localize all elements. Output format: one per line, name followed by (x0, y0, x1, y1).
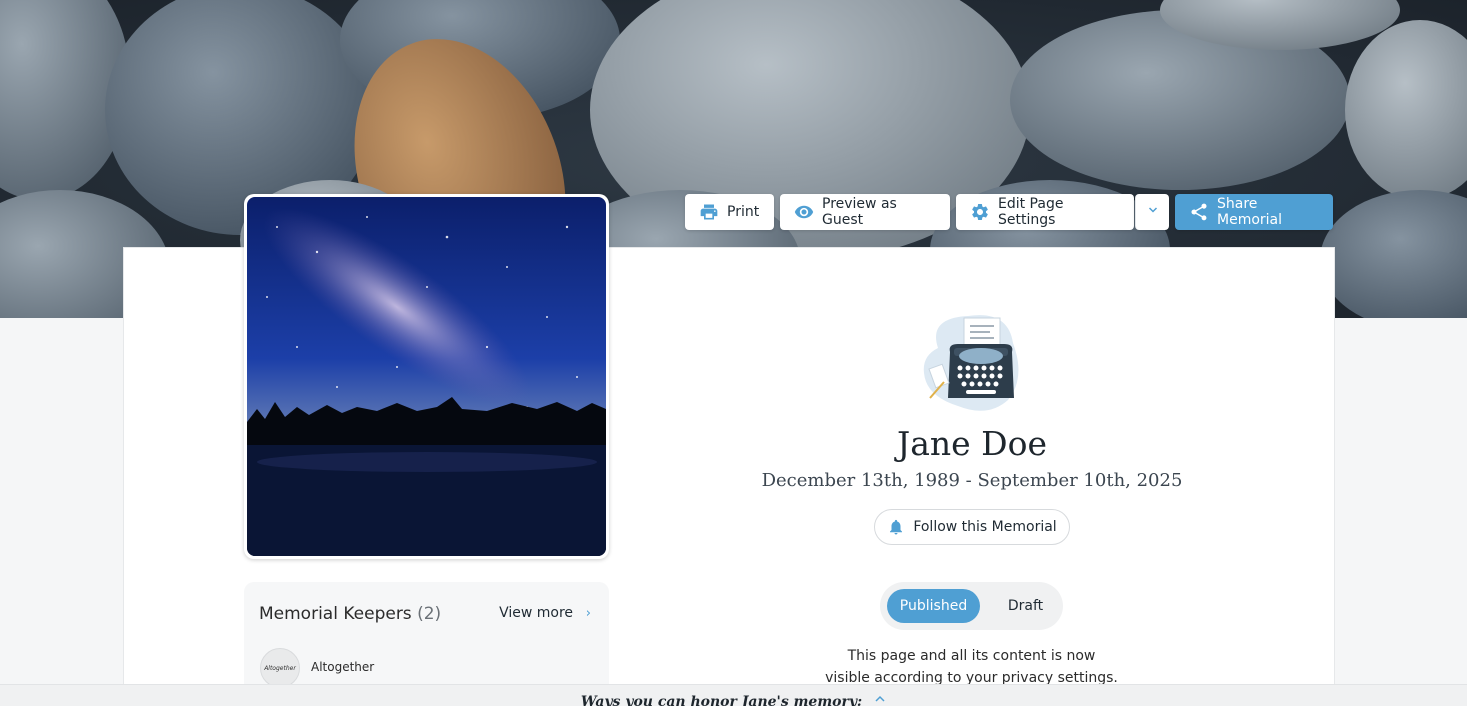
print-label: Print (727, 204, 760, 220)
publish-status-toggle: Published Draft (880, 582, 1063, 630)
gear-icon (970, 202, 990, 222)
eye-icon (794, 202, 814, 222)
view-more-link[interactable]: View more (499, 605, 573, 621)
life-dates: December 13th, 1989 - September 10th, 20… (761, 470, 1183, 491)
honor-memory-bar[interactable]: Ways you can honor Jane's memory: (0, 684, 1467, 706)
privacy-note-line1: This page and all its content is now (847, 648, 1096, 664)
share-memorial-button[interactable]: Share Memorial (1175, 194, 1333, 230)
night-sky-image (247, 197, 606, 556)
keeper-avatar-text: Altogether (264, 664, 296, 672)
share-icon (1189, 202, 1209, 222)
print-button[interactable]: Print (685, 194, 774, 230)
chevron-up-icon[interactable] (874, 692, 886, 706)
chevron-right-icon: › (585, 606, 591, 621)
draft-option[interactable]: Draft (988, 589, 1063, 623)
edit-settings-label: Edit Page Settings (998, 196, 1064, 228)
keeper-avatar[interactable]: Altogether (260, 648, 300, 688)
keepers-title-text: Memorial Keepers (259, 604, 412, 624)
edit-page-settings-button[interactable]: Edit Page Settings (956, 194, 1134, 230)
follow-memorial-button[interactable]: Follow this Memorial (874, 509, 1070, 545)
preview-label: Preview as Guest (822, 196, 897, 228)
printer-icon (699, 202, 719, 222)
keepers-count: (2) (417, 604, 442, 624)
settings-dropdown-button[interactable] (1135, 194, 1169, 230)
bell-icon (887, 518, 905, 536)
published-option[interactable]: Published (887, 589, 980, 623)
privacy-note: This page and all its content is now vis… (780, 645, 1163, 689)
chevron-down-icon (1147, 204, 1159, 220)
honor-memory-text: Ways you can honor Jane's memory: (580, 694, 863, 706)
page-toolbar: Print Preview as Guest Edit Page Setting… (685, 194, 1333, 230)
memorial-keepers-title: Memorial Keepers (2) (259, 604, 441, 624)
follow-label: Follow this Memorial (913, 519, 1057, 535)
share-label: Share Memorial (1217, 196, 1283, 228)
deceased-name: Jane Doe (896, 424, 1048, 463)
typewriter-illustration (918, 308, 1024, 414)
profile-photo[interactable] (244, 194, 609, 559)
keeper-name[interactable]: Altogether (311, 660, 374, 674)
preview-as-guest-button[interactable]: Preview as Guest (780, 194, 950, 230)
